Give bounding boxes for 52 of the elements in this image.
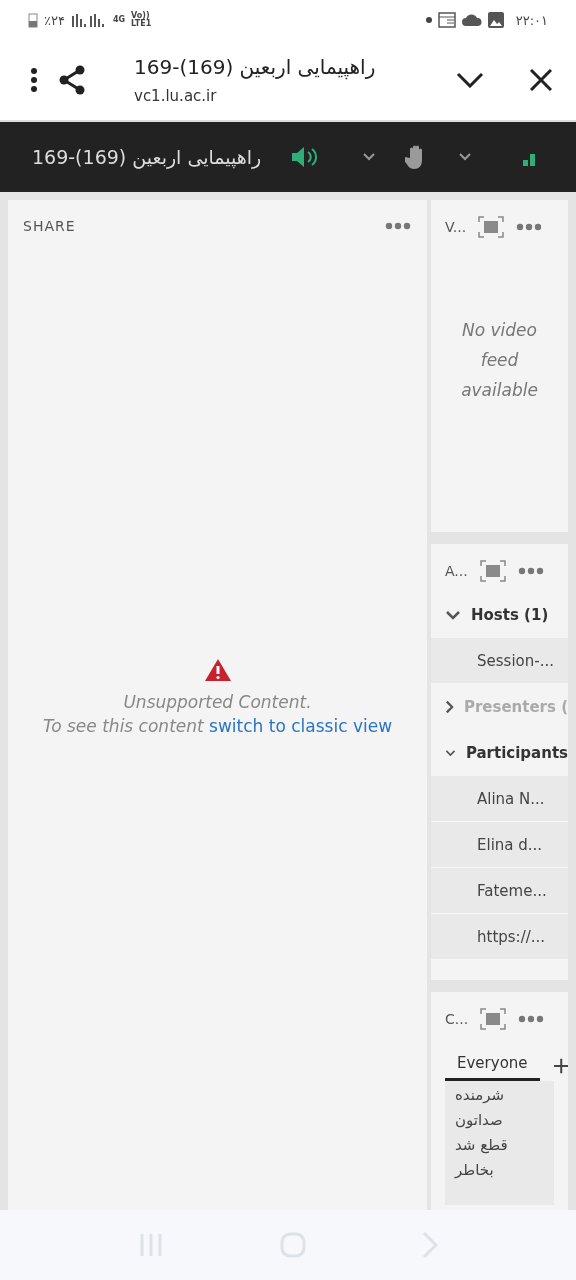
pod-title: A... xyxy=(445,563,468,579)
close-icon[interactable] xyxy=(530,69,552,91)
unsupported-message: Unsupported Content. xyxy=(123,692,312,712)
battery-icon xyxy=(28,12,38,28)
attendee-name[interactable]: Session-... xyxy=(431,638,568,684)
fullscreen-icon[interactable] xyxy=(479,560,506,582)
page-url: vc1.lu.ac.ir xyxy=(134,87,218,105)
page-title: راهپیمایی اربعین (169)-169 xyxy=(134,55,376,79)
more-icon[interactable] xyxy=(516,223,543,231)
attendee-group[interactable]: Participants xyxy=(431,730,568,776)
lte-label: LTE1 xyxy=(131,20,152,28)
meeting-title: راهپیمایی اربعین (169)-169 xyxy=(32,146,262,168)
dot-icon xyxy=(425,17,432,23)
chat-message: قطع شد xyxy=(455,1135,508,1156)
more-icon[interactable] xyxy=(517,567,544,575)
pod-title: V... xyxy=(445,219,467,235)
chevron-down-icon[interactable] xyxy=(456,72,484,88)
volte-label: Vo)) xyxy=(131,12,150,20)
signal-icon xyxy=(70,13,107,27)
caret-icon[interactable] xyxy=(363,153,376,161)
attendee-name[interactable]: Alina N... xyxy=(431,776,568,822)
attendee-group[interactable]: Hosts (1) xyxy=(431,592,568,638)
no-video-message: No video feed available xyxy=(460,319,539,402)
more-icon[interactable] xyxy=(518,1015,545,1023)
chat-message: شرمنده xyxy=(455,1085,505,1106)
pod-title: SHARE xyxy=(23,218,76,234)
attendee-name[interactable]: Elina d... xyxy=(431,822,568,868)
chevron-down-icon[interactable] xyxy=(445,610,461,620)
fullscreen-icon[interactable] xyxy=(480,1008,507,1030)
chevron-down-icon[interactable] xyxy=(445,748,456,758)
hint-text: To see this content xyxy=(42,716,204,736)
chat-message: بخاطر xyxy=(455,1160,494,1181)
battery-level: ٪۲۴ xyxy=(44,12,65,28)
pod-title: C... xyxy=(445,1011,469,1027)
network-type: 4G xyxy=(112,16,126,24)
more-icon[interactable] xyxy=(385,222,411,230)
fullscreen-icon[interactable] xyxy=(478,216,505,238)
add-icon[interactable] xyxy=(553,1056,568,1075)
image-icon xyxy=(487,12,504,28)
warning-icon xyxy=(203,658,232,682)
calendar-icon xyxy=(437,12,456,28)
menu-icon[interactable] xyxy=(30,68,38,92)
clock: ۲۲:۰۱ xyxy=(515,12,548,28)
chevron-right-icon[interactable] xyxy=(445,699,454,715)
attendee-name[interactable]: Fateme... xyxy=(431,868,568,914)
cloud-icon xyxy=(461,14,482,26)
attendee-name[interactable]: https://... xyxy=(431,914,568,960)
classic-view-link[interactable]: switch to classic view xyxy=(209,716,393,736)
share-icon[interactable] xyxy=(58,65,86,95)
speaker-icon[interactable] xyxy=(291,145,320,169)
caret-icon[interactable] xyxy=(459,153,472,161)
chat-message: صداتون xyxy=(455,1110,503,1131)
